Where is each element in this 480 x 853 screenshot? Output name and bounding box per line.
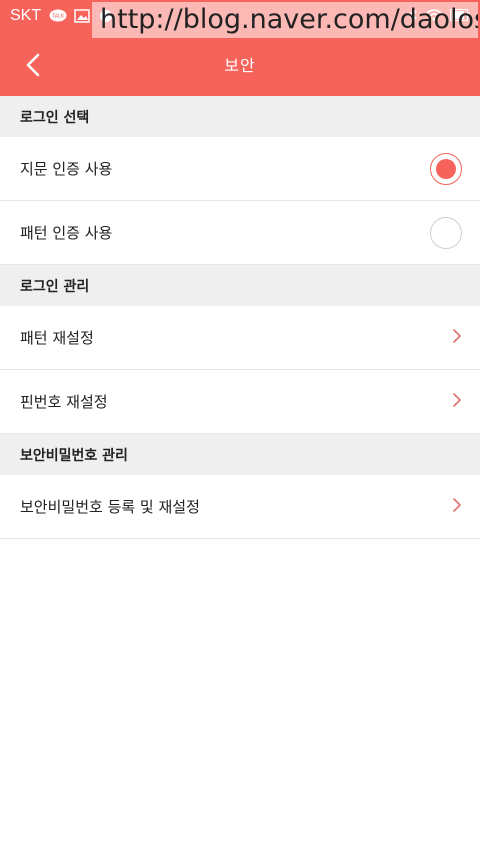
- pattern-auth-radio[interactable]: [430, 216, 462, 249]
- chevron-right-icon: [452, 497, 462, 517]
- section-header-login-select: 로그인 선택: [0, 96, 480, 137]
- fingerprint-auth-label: 지문 인증 사용: [20, 160, 113, 178]
- fingerprint-auth-row[interactable]: 지문 인증 사용: [0, 137, 480, 201]
- pin-reset-label: 핀번호 재설정: [20, 393, 108, 411]
- carrier-label: SKT: [10, 7, 42, 24]
- chevron-right-icon: [452, 392, 462, 412]
- security-password-label: 보안비밀번호 등록 및 재설정: [20, 498, 200, 516]
- radio-selected-dot: [436, 158, 456, 179]
- pattern-reset-label: 패턴 재설정: [20, 329, 94, 347]
- section-header-security-password: 보안비밀번호 관리: [0, 434, 480, 475]
- gallery-icon: [73, 9, 91, 23]
- fingerprint-auth-radio[interactable]: [430, 152, 462, 185]
- pin-reset-row[interactable]: 핀번호 재설정: [0, 370, 480, 434]
- chevron-right-icon: [452, 328, 462, 348]
- pattern-auth-label: 패턴 인증 사용: [20, 224, 113, 242]
- security-password-row[interactable]: 보안비밀번호 등록 및 재설정: [0, 475, 480, 539]
- back-button[interactable]: [18, 50, 48, 80]
- kakaotalk-icon: TALK: [49, 9, 67, 23]
- pattern-reset-row[interactable]: 패턴 재설정: [0, 306, 480, 370]
- page-title: 보안: [224, 56, 256, 75]
- back-arrow-icon: [26, 53, 40, 77]
- talk-badge-text: TALK: [51, 14, 65, 20]
- settings-list: 로그인 선택 지문 인증 사용 패턴 인증 사용 로그인 관리 패턴 재설정 핀…: [0, 96, 480, 539]
- pattern-auth-row[interactable]: 패턴 인증 사용: [0, 201, 480, 265]
- watermark-url: http://blog.naver.com/daolos: [92, 2, 478, 38]
- app-bar: 보안: [0, 32, 480, 96]
- section-header-login-manage: 로그인 관리: [0, 265, 480, 306]
